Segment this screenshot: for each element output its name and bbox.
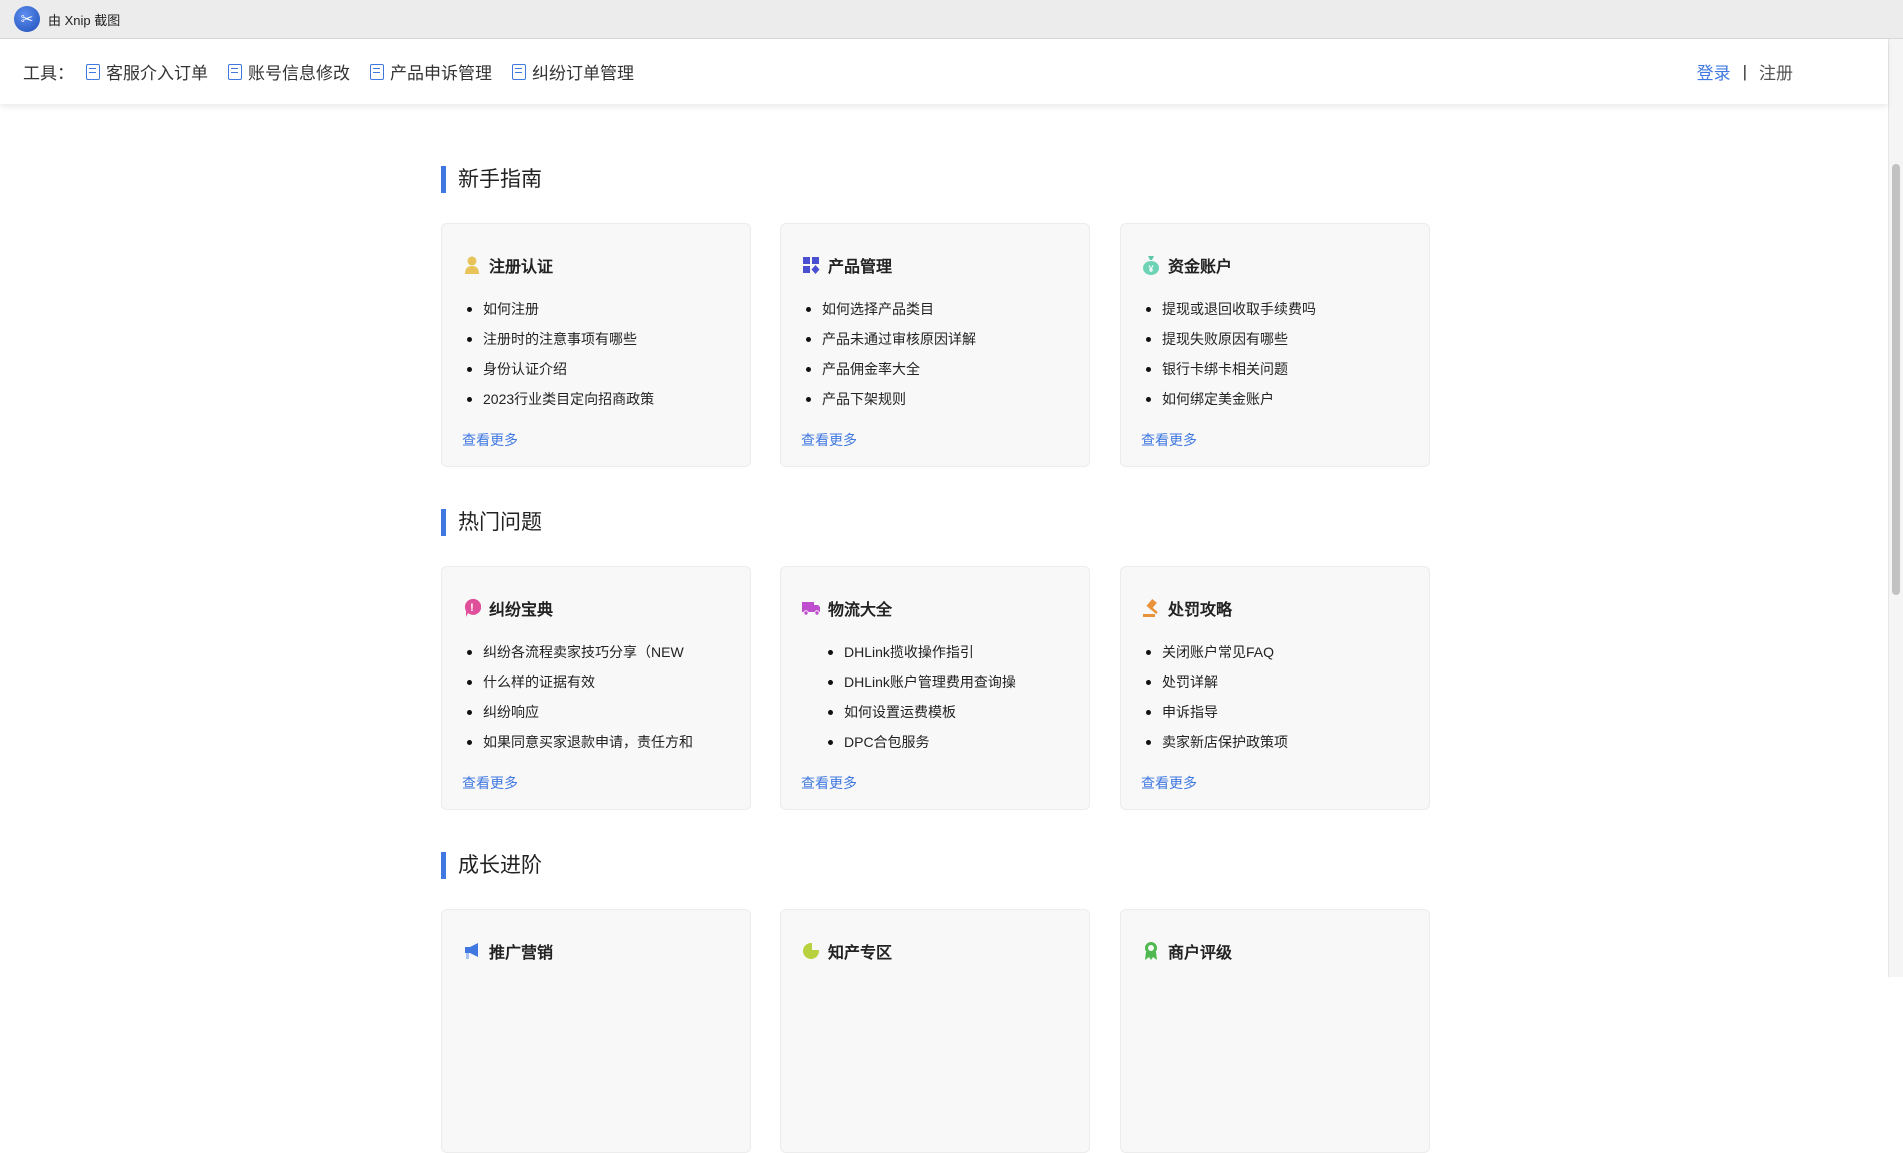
list-item[interactable]: 提现或退回收取手续费吗	[1142, 298, 1316, 328]
list-item[interactable]: 如何绑定美金账户	[1142, 388, 1316, 418]
view-more-link[interactable]: 查看更多	[462, 430, 518, 450]
money-bag-icon: ¥	[1142, 256, 1160, 275]
card-marketing: 推广营销	[441, 909, 751, 1153]
view-more-link[interactable]: 查看更多	[801, 430, 857, 450]
truck-icon	[802, 599, 820, 617]
award-icon	[1142, 942, 1160, 960]
card-title: 产品管理	[828, 259, 893, 276]
card-list: 提现或退回收取手续费吗 提现失败原因有哪些 银行卡绑卡相关问题 如何绑定美金账户	[1142, 298, 1316, 418]
card-list: DHLink揽收操作指引 DHLink账户管理费用查询操 如何设置运费模板 DP…	[824, 641, 1016, 761]
toolbar-label: 工具：	[23, 64, 74, 83]
document-icon	[86, 63, 100, 80]
list-item[interactable]: DHLink揽收操作指引	[824, 641, 1016, 671]
list-item[interactable]: 纠纷响应	[463, 701, 693, 731]
login-link[interactable]: 登录	[1697, 59, 1731, 84]
scrollbar-thumb[interactable]	[1892, 164, 1900, 595]
tool-label: 账号信息修改	[248, 64, 350, 83]
edit-icon	[228, 63, 242, 80]
xnip-logo-icon: ✂	[14, 6, 40, 32]
gavel-icon	[1142, 599, 1160, 617]
card-title: 纠纷宝典	[489, 602, 554, 619]
document-edit-icon	[370, 63, 384, 80]
card-title: 物流大全	[828, 602, 893, 619]
tool-label: 客服介入订单	[106, 64, 208, 83]
card-registration: 注册认证 如何注册 注册时的注意事项有哪些 身份认证介绍 2023行业类目定向招…	[441, 223, 751, 467]
card-title: 知产专区	[828, 945, 893, 962]
card-title: 处罚攻略	[1168, 602, 1233, 619]
card-penalty-guide: 处罚攻略 关闭账户常见FAQ 处罚详解 申诉指导 卖家新店保护政策项 查看更多	[1120, 566, 1430, 810]
card-list: 纠纷各流程卖家技巧分享（NEW 什么样的证据有效 纠纷响应 如果同意买家退款申请…	[463, 641, 693, 761]
section-title-growth: 成长进阶	[441, 852, 542, 879]
list-item[interactable]: 申诉指导	[1142, 701, 1288, 731]
card-list: 关闭账户常见FAQ 处罚详解 申诉指导 卖家新店保护政策项	[1142, 641, 1288, 761]
view-more-link[interactable]: 查看更多	[462, 773, 518, 793]
tool-service-intervention-order[interactable]: 客服介入订单	[86, 59, 208, 84]
alert-chat-icon: !	[463, 598, 481, 617]
tool-dispute-order[interactable]: 纠纷订单管理	[512, 59, 634, 84]
card-title: 注册认证	[489, 259, 554, 276]
separator: |	[1742, 61, 1747, 81]
svg-text:¥: ¥	[1148, 264, 1153, 274]
card-list: 如何注册 注册时的注意事项有哪些 身份认证介绍 2023行业类目定向招商政策	[463, 298, 654, 418]
top-toolbar: 工具： 客服介入订单 账号信息修改 产品申诉管理 纠纷订单管理 登录 | 注册	[0, 39, 1888, 104]
list-item[interactable]: 产品下架规则	[802, 388, 976, 418]
list-item[interactable]: DPC合包服务	[824, 731, 1016, 761]
card-list: 如何选择产品类目 产品未通过审核原因详解 产品佣金率大全 产品下架规则	[802, 298, 976, 418]
user-icon	[463, 256, 481, 274]
register-link[interactable]: 注册	[1759, 59, 1793, 84]
section-title-hot-questions: 热门问题	[441, 509, 542, 536]
list-item[interactable]: 什么样的证据有效	[463, 671, 693, 701]
auth-links: 登录 | 注册	[1697, 39, 1793, 104]
view-more-link[interactable]: 查看更多	[801, 773, 857, 793]
megaphone-icon	[463, 942, 481, 960]
pie-chart-icon	[802, 942, 820, 960]
card-logistics: 物流大全 DHLink揽收操作指引 DHLink账户管理费用查询操 如何设置运费…	[780, 566, 1090, 810]
list-item[interactable]: 产品未通过审核原因详解	[802, 328, 976, 358]
tool-product-appeal[interactable]: 产品申诉管理	[370, 59, 492, 84]
tool-label: 纠纷订单管理	[532, 64, 634, 83]
window-titlebar: ✂ 由 Xnip 截图	[0, 0, 1903, 39]
card-product-management: 产品管理 如何选择产品类目 产品未通过审核原因详解 产品佣金率大全 产品下架规则…	[780, 223, 1090, 467]
list-item[interactable]: 身份认证介绍	[463, 358, 654, 388]
card-merchant-rating: 商户评级	[1120, 909, 1430, 1153]
card-dispute-guide: ! 纠纷宝典 纠纷各流程卖家技巧分享（NEW 什么样的证据有效 纠纷响应 如果同意…	[441, 566, 751, 810]
list-item[interactable]: 纠纷各流程卖家技巧分享（NEW	[463, 641, 693, 671]
list-item[interactable]: 产品佣金率大全	[802, 358, 976, 388]
list-item[interactable]: DHLink账户管理费用查询操	[824, 671, 1016, 701]
list-item[interactable]: 银行卡绑卡相关问题	[1142, 358, 1316, 388]
view-more-link[interactable]: 查看更多	[1141, 430, 1197, 450]
tool-label: 产品申诉管理	[390, 64, 492, 83]
grid-icon	[802, 256, 820, 274]
card-funds-account: ¥ 资金账户 提现或退回收取手续费吗 提现失败原因有哪些 银行卡绑卡相关问题 如何…	[1120, 223, 1430, 467]
window-title: 由 Xnip 截图	[48, 12, 121, 28]
list-item[interactable]: 2023行业类目定向招商政策	[463, 388, 654, 418]
list-item[interactable]: 如何设置运费模板	[824, 701, 1016, 731]
tool-account-info-edit[interactable]: 账号信息修改	[228, 59, 350, 84]
card-ip-zone: 知产专区	[780, 909, 1090, 1153]
view-more-link[interactable]: 查看更多	[1141, 773, 1197, 793]
list-item[interactable]: 如何注册	[463, 298, 654, 328]
document-info-icon	[512, 63, 526, 80]
list-item[interactable]: 如何选择产品类目	[802, 298, 976, 328]
card-title: 推广营销	[489, 945, 554, 962]
svg-text:!: !	[470, 602, 474, 614]
card-title: 商户评级	[1168, 945, 1233, 962]
scrollbar[interactable]	[1888, 39, 1903, 977]
list-item[interactable]: 处罚详解	[1142, 671, 1288, 701]
list-item[interactable]: 注册时的注意事项有哪些	[463, 328, 654, 358]
card-title: 资金账户	[1168, 259, 1233, 276]
list-item[interactable]: 如果同意买家退款申请，责任方和	[463, 731, 693, 761]
list-item[interactable]: 关闭账户常见FAQ	[1142, 641, 1288, 671]
section-title-beginner-guide: 新手指南	[441, 166, 542, 193]
list-item[interactable]: 卖家新店保护政策项	[1142, 731, 1288, 761]
list-item[interactable]: 提现失败原因有哪些	[1142, 328, 1316, 358]
